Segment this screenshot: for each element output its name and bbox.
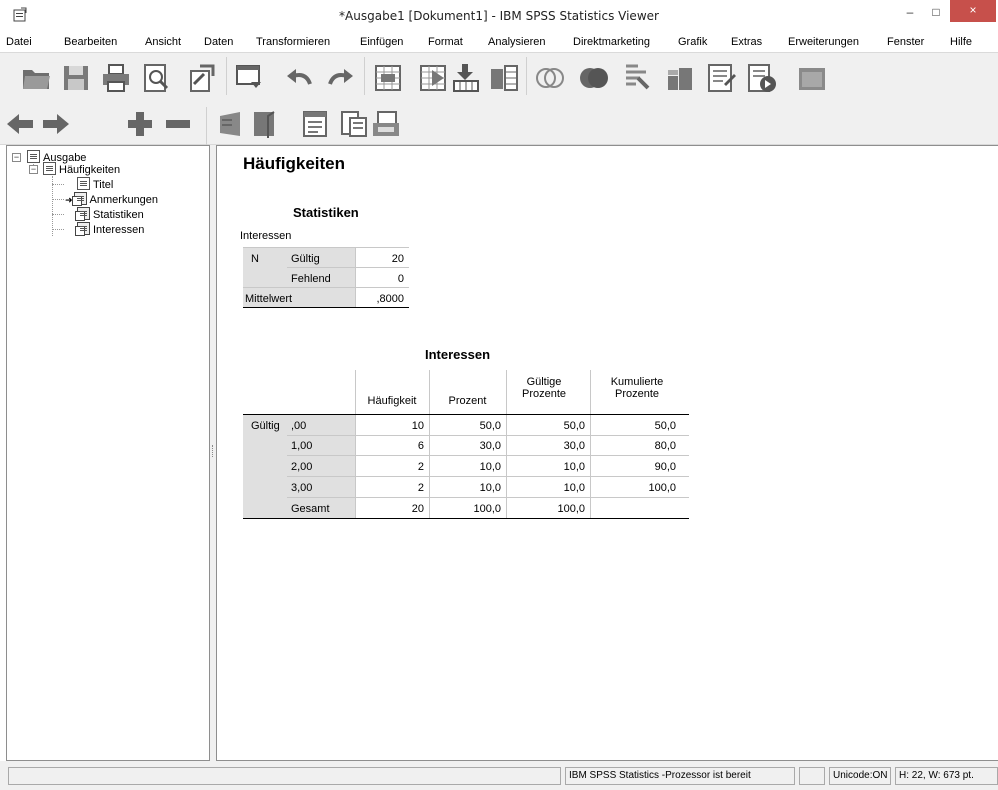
menu-transformieren[interactable]: Transformieren [256,36,330,48]
stats-mean-value: ,8000 [376,293,404,305]
menu-analysieren[interactable]: Analysieren [488,36,545,48]
statistics-table-icon [75,207,90,221]
menu-hilfe[interactable]: Hilfe [950,36,972,48]
main-toolbar [0,53,998,103]
insert-text-icon[interactable] [370,108,402,140]
undo-icon[interactable] [284,62,316,94]
output-heading[interactable]: Häufigkeiten [243,154,345,174]
expand-icon[interactable] [124,108,156,140]
menu-grafik[interactable]: Grafik [678,36,707,48]
title-bar: *Ausgabe1 [Dokument1] - IBM SPSS Statist… [0,0,998,30]
window-title: *Ausgabe1 [Dokument1] - IBM SPSS Statist… [339,9,659,23]
menu-extras[interactable]: Extras [731,36,762,48]
menu-direktmarketing[interactable]: Direktmarketing [573,36,650,48]
heading-book-icon [43,162,56,175]
status-dimensions: H: 22, W: 673 pt. [895,767,998,785]
output-book-icon [27,150,40,163]
status-empty-box [799,767,825,785]
statistics-variable-label: Interessen [240,230,292,242]
menu-einfuegen[interactable]: Einfügen [360,36,403,48]
menu-bearbeiten[interactable]: Bearbeiten [64,36,117,48]
goto-data-icon[interactable] [372,62,404,94]
print-preview-icon[interactable] [140,62,172,94]
variables-icon[interactable] [488,62,520,94]
outline-node-haeufigkeiten[interactable]: Häufigkeiten [43,162,120,176]
notes-table-icon [71,192,87,206]
outline-item-statistiken[interactable]: Statistiken [75,207,144,221]
title-icon [77,177,90,190]
frequency-table-title: Interessen [425,347,491,362]
col-header-percent: Prozent [448,395,487,407]
redo-icon[interactable] [324,62,356,94]
recall-dialog-icon[interactable] [234,62,266,94]
print-icon[interactable] [100,62,132,94]
stats-missing-label: Fehlend [291,273,331,285]
outline-toolbar [0,103,998,145]
open-icon[interactable] [20,62,52,94]
insert-title-icon[interactable] [338,108,370,140]
status-bar: IBM SPSS Statistics -Prozessor ist berei… [0,761,998,790]
stats-mean-label: Mittelwert [245,293,293,305]
insert-heading-icon[interactable] [300,108,332,140]
status-message-box [8,767,561,785]
menu-ansicht[interactable]: Ansicht [145,36,181,48]
stats-valid-value: 20 [391,253,404,265]
promote-icon[interactable] [4,108,36,140]
menu-erweiterungen[interactable]: Erweiterungen [788,36,859,48]
split-file-icon[interactable] [706,62,738,94]
goto-case-icon[interactable] [418,62,450,94]
menu-daten[interactable]: Daten [204,36,233,48]
outline-item-titel[interactable]: Titel [77,177,113,191]
collapse-haeufigkeiten-toggle[interactable]: − [29,165,38,174]
menu-datei[interactable]: Datei [6,36,32,48]
collapse-icon[interactable] [162,108,194,140]
save-icon[interactable] [60,62,92,94]
use-sets-icon[interactable] [534,62,566,94]
freq-valid-group-label: Gültig [251,420,280,432]
status-processor: IBM SPSS Statistics -Prozessor ist berei… [565,767,795,785]
stats-missing-value: 0 [397,273,404,285]
output-content-pane[interactable]: Häufigkeiten Statistiken Interessen N Gü… [216,145,998,761]
stats-n-label: N [251,253,259,265]
menu-bar: Datei Bearbeiten Ansicht Daten Transform… [0,30,998,53]
goto-variable-icon[interactable] [450,62,482,94]
export-icon[interactable] [186,62,218,94]
demote-icon[interactable] [40,108,72,140]
statistics-table-title: Statistiken [293,205,359,220]
spell-check-icon[interactable] [622,62,654,94]
menu-fenster[interactable]: Fenster [887,36,924,48]
status-unicode: Unicode:ON [829,767,891,785]
col-header-frequency: Häufigkeit [367,395,417,407]
menu-format[interactable]: Format [428,36,463,48]
stats-valid-label: Gültig [291,253,320,265]
insert-output-icon[interactable] [746,62,778,94]
collapse-ausgabe-toggle[interactable]: − [12,153,21,162]
frequency-table-icon [75,222,90,236]
close-button[interactable]: × [950,0,996,22]
minimize-button[interactable]: – [897,2,923,24]
col-header-cumulative-percent: Kumulierte Prozente [610,376,664,400]
show-icon[interactable] [216,108,248,140]
outline-item-interessen[interactable]: Interessen [75,222,144,236]
value-labels-icon[interactable] [664,62,696,94]
show-all-icon[interactable] [578,62,610,94]
outline-item-anmerkungen[interactable]: ➜ Anmerkungen [65,192,158,206]
col-header-valid-percent: Gültige Prozente [521,376,567,400]
designate-window-icon[interactable] [796,62,828,94]
outline-pane[interactable]: − Ausgabe − Häufigkeiten Titel ➜ Anmerkun… [6,145,210,761]
hide-icon[interactable] [248,108,280,140]
maximize-button[interactable]: □ [923,2,949,24]
